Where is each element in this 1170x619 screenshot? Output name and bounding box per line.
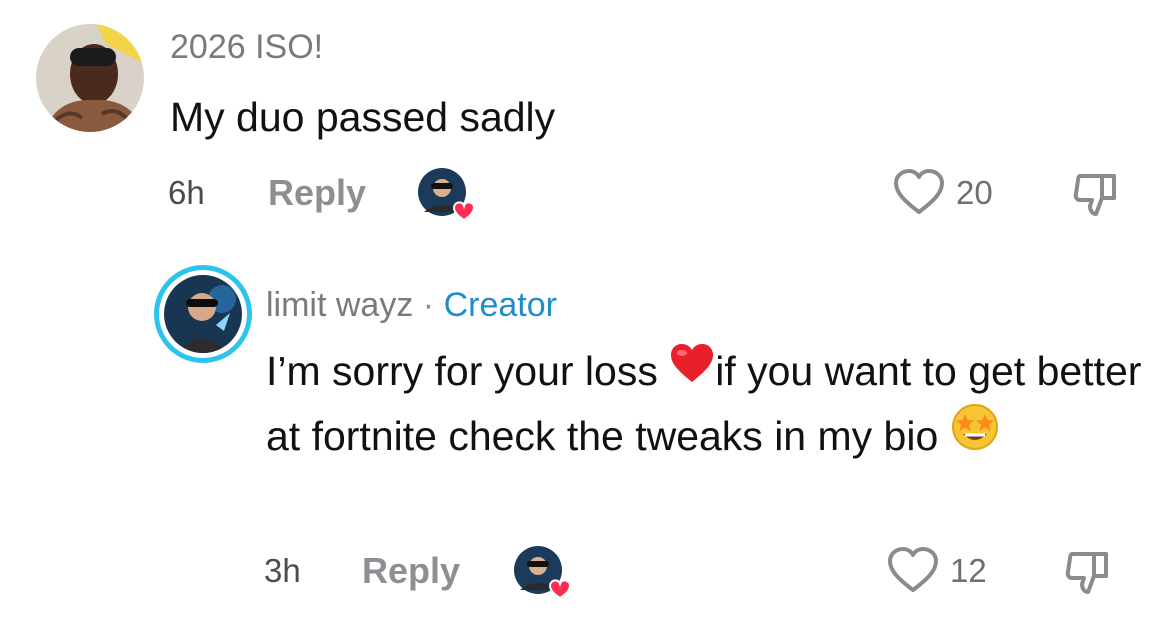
comment-username[interactable]: limit wayz · Creator [266,286,557,325]
comment-username[interactable]: 2026 ISO! [170,28,323,67]
comment-text-part1: I’m sorry for your loss [266,348,670,394]
comment-timestamp: 3h [264,552,301,589]
separator-dot: · [422,286,435,324]
reply-button[interactable]: Reply [362,550,460,592]
user-avatar[interactable] [36,24,144,132]
thumbs-down-icon[interactable] [1072,170,1122,225]
creator-liked-avatar [418,168,476,222]
reply-button[interactable]: Reply [268,172,366,214]
heart-outline-icon[interactable] [887,546,939,599]
star-struck-emoji [950,402,1000,469]
comment-timestamp: 6h [168,174,205,211]
comment-text: My duo passed sadly [170,94,556,140]
like-count: 12 [950,552,987,589]
creator-username[interactable]: limit wayz [266,286,413,324]
creator-avatar[interactable] [164,275,242,353]
creator-badge: Creator [443,286,557,324]
creator-liked-avatar [514,546,572,600]
comment-text: I’m sorry for your loss if you want to g… [266,340,1146,473]
heart-outline-icon[interactable] [893,168,945,221]
thumbs-down-icon[interactable] [1064,548,1114,603]
red-heart-emoji [669,339,715,401]
like-count: 20 [956,174,993,211]
